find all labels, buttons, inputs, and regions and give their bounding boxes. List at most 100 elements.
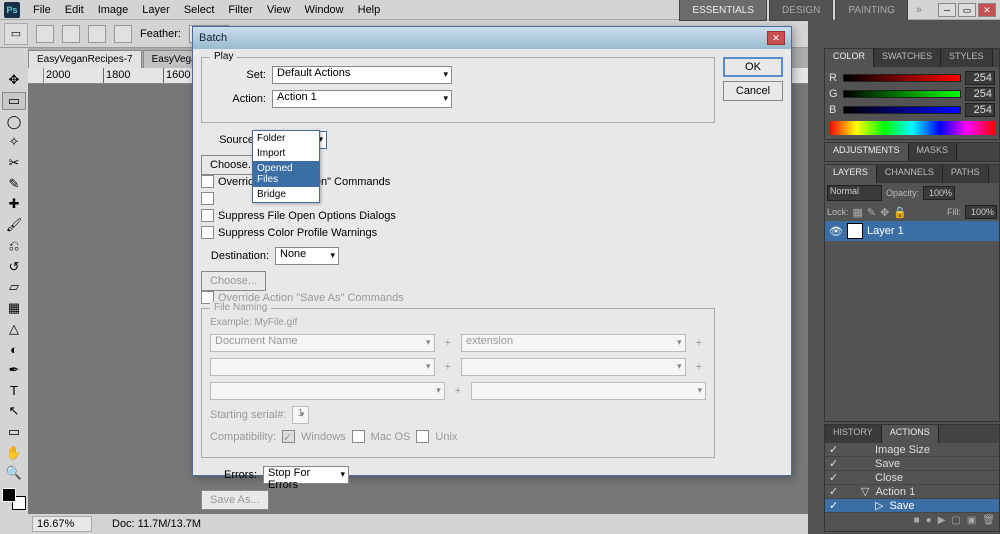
menu-layer[interactable]: Layer: [135, 2, 177, 18]
tab-adjustments[interactable]: ADJUSTMENTS: [825, 143, 909, 161]
menu-help[interactable]: Help: [351, 2, 388, 18]
tab-masks[interactable]: MASKS: [909, 143, 958, 161]
pen-tool[interactable]: ✒: [2, 361, 26, 380]
action-action1[interactable]: ✓▽Action 1: [825, 485, 999, 499]
selection-new[interactable]: [36, 25, 54, 43]
action-delete-icon[interactable]: 🗑: [982, 515, 995, 529]
include-subfolders-check[interactable]: [201, 192, 214, 205]
errors-select[interactable]: Stop For Errors: [263, 466, 349, 484]
lock-position-icon[interactable]: ✥: [880, 206, 889, 219]
eyedropper-tool[interactable]: ✎: [2, 174, 26, 193]
dodge-tool[interactable]: ◐: [2, 340, 26, 359]
blend-mode-select[interactable]: Normal: [827, 185, 882, 201]
cancel-button[interactable]: Cancel: [723, 81, 783, 101]
type-tool[interactable]: T: [2, 381, 26, 400]
hand-tool[interactable]: ✋: [2, 443, 26, 462]
action-save2[interactable]: ✓▷Save: [825, 499, 999, 513]
spectrum-bar[interactable]: [829, 121, 995, 135]
slider-b[interactable]: [843, 106, 961, 114]
action-newset-icon[interactable]: ▢: [951, 515, 960, 529]
tab-layers[interactable]: LAYERS: [825, 165, 877, 183]
tab-swatches[interactable]: SWATCHES: [874, 49, 941, 67]
workspace-more-icon[interactable]: »: [910, 4, 928, 16]
tab-channels[interactable]: CHANNELS: [877, 165, 943, 183]
set-select[interactable]: Default Actions: [272, 66, 452, 84]
menu-window[interactable]: Window: [298, 2, 351, 18]
layer-row-1[interactable]: 👁 Layer 1: [825, 221, 999, 241]
value-b[interactable]: 254: [965, 103, 995, 117]
dropdown-bridge[interactable]: Bridge: [253, 187, 319, 202]
window-minimize[interactable]: ─: [938, 3, 956, 17]
lock-pixels-icon[interactable]: ✎: [867, 206, 876, 219]
action-stop-icon[interactable]: ■: [914, 515, 920, 529]
dropdown-import[interactable]: Import: [253, 146, 319, 161]
action-close[interactable]: ✓Close: [825, 471, 999, 485]
slider-r[interactable]: [843, 74, 961, 82]
opacity-input[interactable]: 100%: [923, 186, 955, 200]
eraser-tool[interactable]: ▱: [2, 278, 26, 297]
tab-paths[interactable]: PATHS: [943, 165, 989, 183]
selection-add[interactable]: [62, 25, 80, 43]
tab-actions[interactable]: ACTIONS: [882, 425, 939, 443]
action-play-icon[interactable]: ▶: [938, 515, 946, 529]
zoom-level[interactable]: 16.67%: [32, 516, 92, 532]
value-r[interactable]: 254: [965, 71, 995, 85]
action-record-icon[interactable]: ●: [926, 515, 932, 529]
action-select[interactable]: Action 1: [272, 90, 452, 108]
lock-transparent-icon[interactable]: ▦: [853, 206, 863, 219]
path-tool[interactable]: ↖: [2, 402, 26, 421]
menu-view[interactable]: View: [260, 2, 298, 18]
choose-dest-button[interactable]: Choose...: [201, 271, 266, 291]
tab-history[interactable]: HISTORY: [825, 425, 882, 443]
play-fieldset: Play Set: Default Actions Action: Action…: [201, 57, 715, 123]
workspace-design[interactable]: DESIGN: [769, 0, 833, 21]
dialog-titlebar[interactable]: Batch ✕: [193, 27, 791, 49]
crop-tool[interactable]: ✂: [2, 154, 26, 173]
ok-button[interactable]: OK: [723, 57, 783, 77]
slider-g[interactable]: [843, 90, 961, 98]
zoom-tool[interactable]: 🔍: [2, 464, 26, 483]
brush-tool[interactable]: 🖌: [2, 216, 26, 235]
tab-styles[interactable]: STYLES: [941, 49, 993, 67]
history-brush-tool[interactable]: ↺: [2, 257, 26, 276]
suppress-open-check[interactable]: [201, 209, 214, 222]
shape-tool[interactable]: ▭: [2, 423, 26, 442]
dialog-close[interactable]: ✕: [767, 31, 785, 45]
document-tab-1[interactable]: EasyVeganRecipes-7: [28, 50, 142, 68]
healing-tool[interactable]: ✚: [2, 195, 26, 214]
lock-all-icon[interactable]: 🔒: [893, 206, 907, 219]
tab-color[interactable]: COLOR: [825, 49, 874, 67]
window-restore[interactable]: ▭: [958, 3, 976, 17]
action-save[interactable]: ✓Save: [825, 457, 999, 471]
move-tool[interactable]: ✥: [2, 71, 26, 90]
wand-tool[interactable]: ✧: [2, 133, 26, 152]
workspace-essentials[interactable]: ESSENTIALS: [679, 0, 767, 21]
selection-intersect[interactable]: [114, 25, 132, 43]
fill-input[interactable]: 100%: [965, 205, 997, 219]
save-as-button[interactable]: Save As...: [201, 490, 269, 510]
suppress-color-check[interactable]: [201, 226, 214, 239]
color-swatches[interactable]: [2, 488, 26, 510]
destination-select[interactable]: None: [275, 247, 339, 265]
menu-image[interactable]: Image: [91, 2, 136, 18]
override-open-check[interactable]: [201, 175, 214, 188]
menu-file[interactable]: File: [26, 2, 58, 18]
action-imagesize[interactable]: ✓Image Size: [825, 443, 999, 457]
window-close[interactable]: ✕: [978, 3, 996, 17]
menu-filter[interactable]: Filter: [221, 2, 259, 18]
menu-edit[interactable]: Edit: [58, 2, 91, 18]
dropdown-folder[interactable]: Folder: [253, 131, 319, 146]
value-g[interactable]: 254: [965, 87, 995, 101]
blur-tool[interactable]: △: [2, 319, 26, 338]
lasso-tool[interactable]: ◯: [2, 112, 26, 131]
dropdown-opened-files[interactable]: Opened Files: [253, 161, 319, 187]
workspace-painting[interactable]: PAINTING: [835, 0, 907, 21]
menu-select[interactable]: Select: [177, 2, 222, 18]
selection-subtract[interactable]: [88, 25, 106, 43]
action-new-icon[interactable]: ▣: [967, 515, 976, 529]
marquee-tool[interactable]: ▭: [2, 92, 26, 111]
gradient-tool[interactable]: ▦: [2, 299, 26, 318]
current-tool-icon[interactable]: ▭: [4, 23, 28, 45]
stamp-tool[interactable]: ⎌: [2, 237, 26, 256]
visibility-icon[interactable]: 👁: [829, 225, 843, 238]
